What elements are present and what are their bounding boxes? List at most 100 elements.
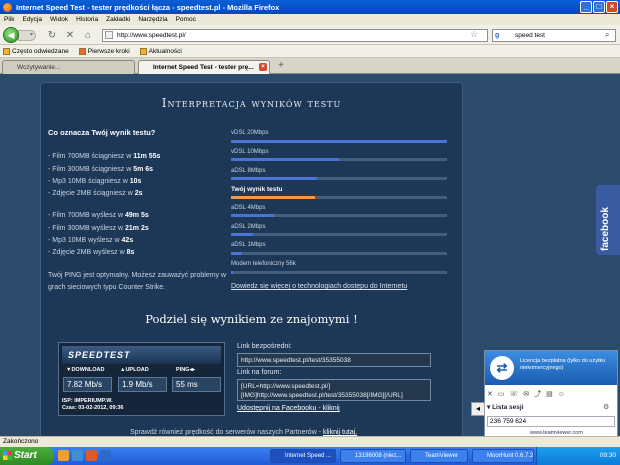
quicklaunch-icon[interactable] xyxy=(86,450,97,461)
upload-line: - Mp3 10MB wyślesz w 42s xyxy=(48,237,134,244)
minimize-button[interactable]: _ xyxy=(580,1,592,13)
system-tray: 09:30 xyxy=(536,447,620,465)
ping-label: PING◂▸ xyxy=(176,367,195,373)
close-tab-icon[interactable]: × xyxy=(259,63,267,71)
forum-link-label: Link na forum: xyxy=(237,369,282,376)
ping-description: Twój PING jest optymalny. Możesz zauważy… xyxy=(48,272,227,291)
facebook-side-tab[interactable]: facebook xyxy=(596,185,620,255)
menu-pomoc[interactable]: Pomoc xyxy=(176,16,196,23)
firefox-bookmark-icon xyxy=(78,47,86,55)
taskbar-item-firefox[interactable]: Internet Speed ... xyxy=(270,449,336,463)
firefox-icon xyxy=(3,2,12,12)
bookmark-czesto-odwiedzane[interactable]: Często odwiedzane xyxy=(3,47,69,55)
google-icon[interactable]: g xyxy=(495,31,505,40)
bar-track xyxy=(231,140,447,143)
back-button[interactable]: ◀ xyxy=(3,27,19,43)
facebook-share-link[interactable]: Udostępnij na Facebooku - kliknij xyxy=(237,405,340,412)
new-tab-button[interactable]: + xyxy=(274,60,288,73)
ping-value: 55 ms xyxy=(172,377,221,392)
bar-track xyxy=(231,271,447,274)
taskbar-item-moorhunt[interactable]: MoorHunt 0.6.7.2 xyxy=(472,449,534,463)
maximize-button[interactable]: □ xyxy=(593,1,605,13)
menu-zakladki[interactable]: Zakładki xyxy=(106,16,130,23)
stop-icon[interactable]: ✕ xyxy=(64,30,76,42)
download-value: 7.82 Mb/s xyxy=(63,377,112,392)
bookmark-star-icon[interactable]: ☆ xyxy=(470,29,478,40)
teamviewer-logo-icon: ⇄ xyxy=(490,356,514,380)
technology-info-link[interactable]: Dowiedz się więcej o technologiach dostę… xyxy=(231,283,407,290)
phone-icon[interactable]: ☏ xyxy=(510,390,519,398)
taskbar-item-folder[interactable]: 13196008 (niez... xyxy=(340,449,406,463)
bar-label: Modem telefoniczny 56k xyxy=(231,261,296,267)
bar-fill xyxy=(231,233,253,236)
windows-logo-icon xyxy=(3,451,12,460)
file-icon[interactable]: ▤ xyxy=(546,390,553,398)
menu-plik[interactable]: Plik xyxy=(4,16,14,23)
taskbar-item-teamviewer[interactable]: TeamViewer xyxy=(410,449,468,463)
home-icon[interactable]: ⌂ xyxy=(82,30,94,42)
status-bar: Zakończono xyxy=(0,436,620,447)
collapse-arrow-icon[interactable]: ◂ xyxy=(471,402,485,416)
session-id-field[interactable]: 236 759 624 xyxy=(487,416,615,427)
tab-loading[interactable]: Wczytywanie... xyxy=(2,60,135,74)
bar-label: aDSL 4Mbps xyxy=(231,205,266,211)
search-icon[interactable]: ⌕ xyxy=(605,30,609,40)
partners-footer: Sprawdź również prędkość do serwerów nas… xyxy=(130,429,358,436)
site-favicon xyxy=(105,31,113,39)
bar-fill xyxy=(231,140,447,143)
bar-fill xyxy=(231,271,234,274)
forum-code-field[interactable]: [URL=http://www.speedtest.pl/][IMG]http:… xyxy=(237,379,431,401)
direct-link-field[interactable]: http://www.speedtest.pl/test/35355038 xyxy=(237,353,431,367)
your-result-label: Twój wynik testu xyxy=(231,186,283,193)
download-line: - Mp3 10MB ściągniesz w 10s xyxy=(48,178,142,185)
bar-label: vDSL 20Mbps xyxy=(231,130,269,136)
share-icon[interactable]: ⤴ xyxy=(534,389,541,399)
menu-edycja[interactable]: Edycja xyxy=(22,16,42,23)
url-bar[interactable]: http://www.speedtest.pl/ xyxy=(102,29,488,42)
bar-label: aDSL 2Mbps xyxy=(231,224,266,230)
menu-widok[interactable]: Widok xyxy=(50,16,68,23)
chat-icon[interactable]: ✉ xyxy=(523,390,529,398)
forward-button[interactable]: ▾ xyxy=(18,30,36,41)
upload-line: - Zdjęcie 2MB wyślesz w 8s xyxy=(48,249,135,256)
menu-bar: Plik Edycja Widok Historia Zakładki Narz… xyxy=(0,14,620,25)
reload-icon[interactable]: ↻ xyxy=(46,30,58,42)
bar-track xyxy=(231,158,447,161)
direct-link-label: Link bezpośredni: xyxy=(237,343,292,350)
screen-icon[interactable]: ▭ xyxy=(498,390,505,398)
license-text: Licencja bezpłatna (tylko do użytku niek… xyxy=(520,358,606,371)
menu-narzedzia[interactable]: Narzędzia xyxy=(138,16,167,23)
bar-track xyxy=(231,252,447,255)
tab-speedtest[interactable]: Internet Speed Test - tester prę... × xyxy=(138,60,270,74)
bar-track xyxy=(231,177,447,180)
interpretation-heading: Interpretacja wyników testu xyxy=(161,96,342,110)
speedtest-logo: SPEEDTEST xyxy=(62,346,221,364)
download-line: - Film 300MB ściągniesz w 5m 6s xyxy=(48,166,154,173)
bar-label: aDSL 1Mbps xyxy=(231,242,266,248)
share-heading: Podziel się wynikiem ze znajomymi ! xyxy=(145,312,358,326)
bookmark-pierwsze-kroki[interactable]: Pierwsze kroki xyxy=(78,47,130,55)
bar-track xyxy=(231,233,447,236)
close-icon[interactable]: ✕ xyxy=(487,390,493,398)
bar-fill xyxy=(231,214,275,217)
isp-info: ISP: IMPERIUMP.W. Czas: 03-02-2012, 09:36 xyxy=(62,398,124,411)
session-list-label: ▾ Lista sesji xyxy=(487,404,524,411)
users-icon[interactable]: ☺ xyxy=(558,391,565,398)
bar-track xyxy=(231,214,447,217)
quicklaunch-icon[interactable] xyxy=(58,450,69,461)
quicklaunch-icon[interactable] xyxy=(100,450,111,461)
rss-icon xyxy=(139,47,147,55)
settings-gear-icon[interactable]: ⚙ xyxy=(603,403,609,411)
quicklaunch-icon[interactable] xyxy=(72,450,83,461)
your-result-track xyxy=(231,196,447,199)
window-title: Internet Speed Test - tester prędkości ł… xyxy=(16,2,280,12)
menu-historia[interactable]: Historia xyxy=(76,16,98,23)
partners-link[interactable]: kliknij tutaj. xyxy=(323,429,357,436)
window-titlebar: Internet Speed Test - tester prędkości ł… xyxy=(0,0,620,14)
bookmark-aktualnosci[interactable]: Aktualności xyxy=(139,47,182,55)
close-window-button[interactable]: × xyxy=(606,1,618,13)
bookmarks-toolbar: Często odwiedzane Pierwsze kroki Aktualn… xyxy=(0,45,620,58)
search-input[interactable]: speed test xyxy=(492,29,616,42)
bar-label: aDSL 8Mbps xyxy=(231,168,266,174)
bar-fill xyxy=(231,177,318,180)
